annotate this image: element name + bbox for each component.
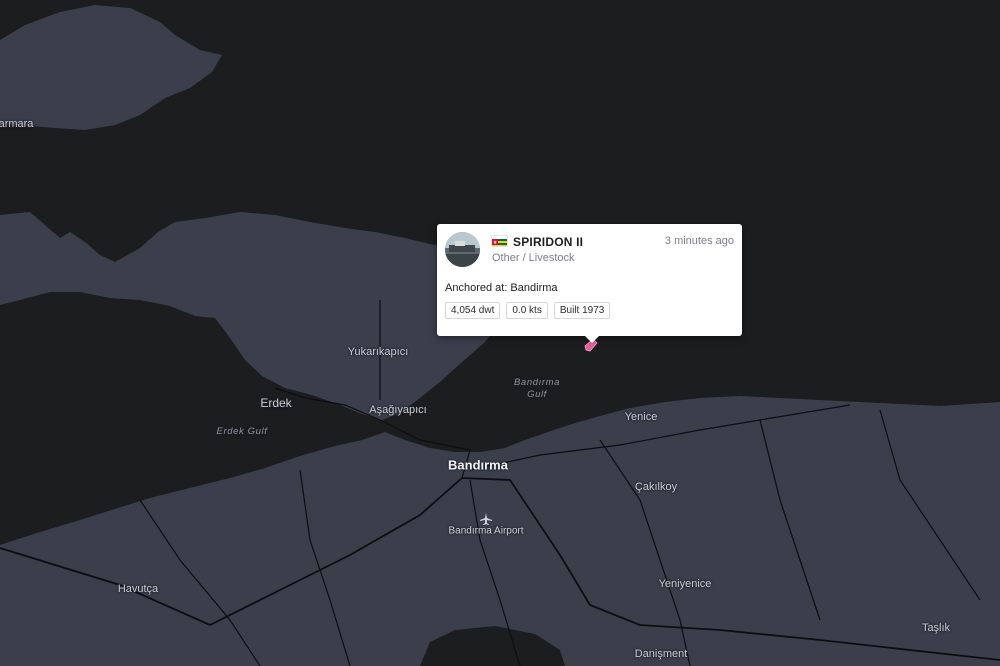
- tag-speed: 0.0 kts: [506, 302, 548, 319]
- place-cakilkoy[interactable]: Çakılkoy: [635, 481, 677, 493]
- last-update-time: 3 minutes ago: [664, 235, 734, 247]
- place-erdek[interactable]: Erdek: [260, 396, 291, 410]
- tag-dwt: 4,054 dwt: [445, 302, 501, 319]
- place-taslik[interactable]: Taşlık: [922, 622, 950, 634]
- vessel-popup[interactable]: SPIRIDON II Other / Livestock 3 minutes …: [437, 224, 742, 343]
- place-yeniyenice[interactable]: Yeniyenice: [659, 578, 712, 590]
- water-label-erdek-gulf: Erdek Gulf: [216, 426, 268, 437]
- togo-flag-icon: [492, 236, 507, 246]
- place-yukarikapici[interactable]: Yukarıkapıcı: [348, 346, 409, 358]
- vessel-name[interactable]: SPIRIDON II: [513, 235, 583, 249]
- place-yenice[interactable]: Yenice: [625, 411, 658, 423]
- place-marmara[interactable]: armara: [0, 118, 33, 130]
- vessel-thumbnail[interactable]: [445, 232, 480, 267]
- place-bandirma[interactable]: Bandırma: [448, 458, 508, 473]
- vessel-tags: 4,054 dwt 0.0 kts Built 1973: [445, 302, 611, 319]
- tag-built: Built 1973: [553, 302, 611, 319]
- place-danisment[interactable]: Danişment: [635, 648, 688, 660]
- water-label-bandirma-gulf: Bandırma Gulf: [514, 377, 560, 400]
- place-asagiyapici[interactable]: Aşağıyapıcı: [369, 404, 426, 416]
- vessel-status: Anchored at: Bandirma: [445, 282, 558, 294]
- place-havutca[interactable]: Havutça: [118, 583, 158, 595]
- poi-bandirma-airport[interactable]: Bandırma Airport: [448, 526, 523, 537]
- popup-pointer: [585, 336, 599, 343]
- airport-icon[interactable]: [479, 512, 493, 526]
- vessel-type: Other / Livestock: [492, 252, 575, 264]
